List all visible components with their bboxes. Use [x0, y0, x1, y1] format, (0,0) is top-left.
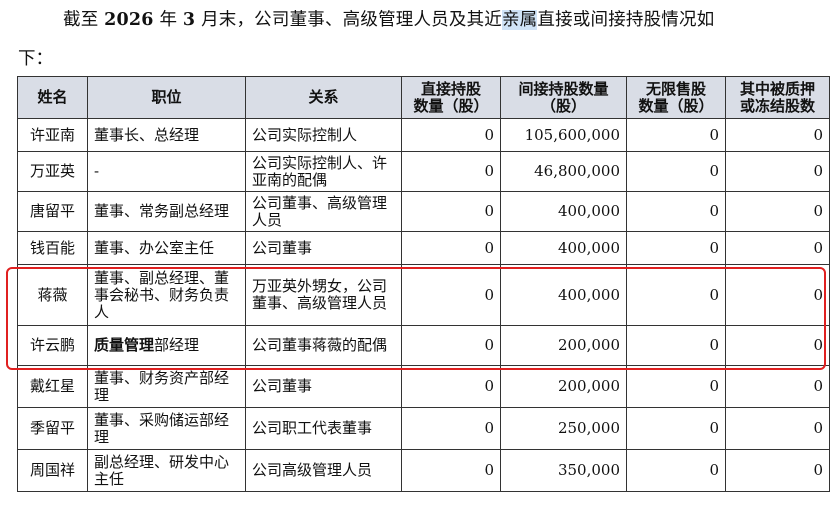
- intro-text: 直接或间接持股情况如: [537, 10, 715, 30]
- cell-pledged: 0: [725, 191, 830, 232]
- cell-direct: 0: [401, 191, 501, 232]
- table-row: 许亚南 董事长、总经理 公司实际控制人 0 105,600,000 0 0: [17, 118, 830, 152]
- intro-line-2: 下：: [18, 49, 53, 69]
- cell-unrestricted: 0: [626, 365, 726, 408]
- table-row: 季留平 董事、采购储运部经理 公司职工代表董事 0 250,000 0 0: [17, 407, 830, 450]
- cell-position: 董事、常务副总经理: [87, 191, 246, 232]
- cell-unrestricted: 0: [626, 449, 726, 492]
- intro-text: 月末: [195, 10, 237, 30]
- cell-relation: 公司董事、高级管理人员: [245, 191, 402, 232]
- cell-name: 戴红星: [17, 365, 88, 408]
- cell-position: 董事、采购储运部经理: [87, 407, 246, 450]
- cell-unrestricted: 0: [626, 231, 726, 265]
- header-name: 姓名: [17, 76, 88, 119]
- table-row: 钱百能 董事、办公室主任 公司董事 0 400,000 0 0: [17, 231, 830, 265]
- cell-indirect: 350,000: [500, 449, 627, 492]
- cell-position: 副总经理、研发中心主任: [87, 449, 246, 492]
- table-header-row: 姓名 职位 关系 直接持股 数量（股） 间接持股数量 （股） 无限售股 数量（股） 其…: [17, 76, 830, 119]
- cell-relation: 公司董事: [245, 231, 402, 265]
- cell-pledged: 0: [725, 407, 830, 450]
- header-unrestricted: 无限售股 数量（股）: [626, 76, 726, 119]
- cell-indirect: 250,000: [500, 407, 627, 450]
- cell-pledged: 0: [725, 231, 830, 265]
- cell-pledged: 0: [725, 118, 830, 152]
- header-pledged: 其中被质押 或冻结股数: [725, 76, 830, 119]
- header-direct: 直接持股 数量（股）: [401, 76, 501, 119]
- cell-indirect: 46,800,000: [500, 151, 627, 192]
- cell-indirect: 400,000: [500, 191, 627, 232]
- header-relation: 关系: [245, 76, 402, 119]
- header-position: 职位: [87, 76, 246, 119]
- cell-relation: 公司高级管理人员: [245, 449, 402, 492]
- cell-indirect: 200,000: [500, 365, 627, 408]
- cell-position: 董事、办公室主任: [87, 231, 246, 265]
- cell-unrestricted: 0: [626, 191, 726, 232]
- intro-text: 年: [153, 10, 183, 30]
- cell-direct: 0: [401, 365, 501, 408]
- cell-indirect: 400,000: [500, 231, 627, 265]
- cell-direct: 0: [401, 151, 501, 192]
- table-row: 唐留平 董事、常务副总经理 公司董事、高级管理人员 0 400,000 0 0: [17, 191, 830, 232]
- cell-unrestricted: 0: [626, 407, 726, 450]
- table-row: 周国祥 副总经理、研发中心主任 公司高级管理人员 0 350,000 0 0: [17, 449, 830, 492]
- intro-line-1: 截至 2026 年 3 月末，公司董事、高级管理人员及其近亲属直接或间接持股情况…: [63, 6, 714, 31]
- intro-month: 3: [182, 10, 196, 30]
- highlighted-text: 亲属: [501, 10, 538, 30]
- cell-name: 周国祥: [17, 449, 88, 492]
- highlight-annotation-box: [6, 267, 826, 370]
- cell-relation: 公司职工代表董事: [245, 407, 402, 450]
- cell-unrestricted: 0: [626, 151, 726, 192]
- cell-name: 唐留平: [17, 191, 88, 232]
- cell-name: 钱百能: [17, 231, 88, 265]
- cell-direct: 0: [401, 449, 501, 492]
- table-row: 戴红星 董事、财务资产部经理 公司董事 0 200,000 0 0: [17, 365, 830, 408]
- cell-direct: 0: [401, 407, 501, 450]
- cell-name: 万亚英: [17, 151, 88, 192]
- cell-relation: 公司实际控制人、许亚南的配偶: [245, 151, 402, 192]
- intro-text: ，公司董事、高级管理人员及其近: [236, 10, 502, 30]
- cell-pledged: 0: [725, 151, 830, 192]
- cell-name: 季留平: [17, 407, 88, 450]
- cell-pledged: 0: [725, 449, 830, 492]
- cell-position: 董事长、总经理: [87, 118, 246, 152]
- cell-direct: 0: [401, 231, 501, 265]
- table-row: 万亚英 - 公司实际控制人、许亚南的配偶 0 46,800,000 0 0: [17, 151, 830, 192]
- cell-name: 许亚南: [17, 118, 88, 152]
- cell-relation: 公司董事: [245, 365, 402, 408]
- cell-pledged: 0: [725, 365, 830, 408]
- cell-indirect: 105,600,000: [500, 118, 627, 152]
- cell-unrestricted: 0: [626, 118, 726, 152]
- header-indirect: 间接持股数量 （股）: [500, 76, 627, 119]
- cell-position: -: [87, 151, 246, 192]
- cell-relation: 公司实际控制人: [245, 118, 402, 152]
- intro-text: 截至: [63, 10, 105, 30]
- intro-year: 2026: [104, 10, 154, 30]
- cell-direct: 0: [401, 118, 501, 152]
- cell-position: 董事、财务资产部经理: [87, 365, 246, 408]
